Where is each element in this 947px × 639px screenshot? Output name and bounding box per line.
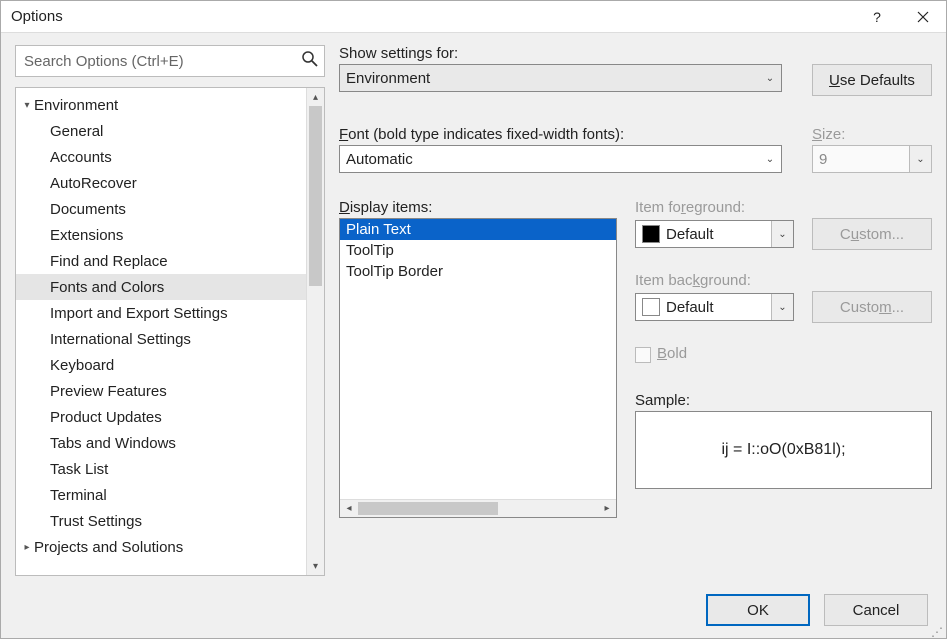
tree-node-child[interactable]: Documents <box>16 196 324 222</box>
sample-label: Sample: <box>635 392 932 409</box>
size-combo: 9 ⌄ <box>812 145 932 173</box>
tree-node-child[interactable]: Keyboard <box>16 352 324 378</box>
tree-node-projects[interactable]: ▸ Projects and Solutions <box>16 534 324 560</box>
caret-down-icon: ▾ <box>20 100 34 111</box>
bold-label: Bold <box>657 345 687 362</box>
show-settings-label: Show settings for: <box>339 45 932 62</box>
tree-node-child[interactable]: Terminal <box>16 482 324 508</box>
color-swatch-icon <box>642 225 660 243</box>
tree-node-child[interactable]: Preview Features <box>16 378 324 404</box>
titlebar: Options ? <box>1 1 946 33</box>
tree-node-child[interactable]: International Settings <box>16 326 324 352</box>
show-settings-combo[interactable]: Environment ⌄ <box>339 64 782 92</box>
scroll-right-icon[interactable]: ▸ <box>598 500 616 517</box>
scroll-up-icon[interactable]: ▴ <box>307 88 324 106</box>
tree-node-child[interactable]: Product Updates <box>16 404 324 430</box>
scroll-thumb[interactable] <box>309 106 322 286</box>
sample-text: ij = I::oO(0xB81l); <box>721 441 845 459</box>
search-input[interactable] <box>15 45 325 77</box>
tree-node-child[interactable]: Extensions <box>16 222 324 248</box>
color-swatch-icon <box>642 298 660 316</box>
help-button[interactable]: ? <box>854 1 900 33</box>
background-combo[interactable]: Default ⌄ <box>635 293 794 321</box>
tree-label: Projects and Solutions <box>34 539 183 556</box>
dialog-footer: OK Cancel <box>1 582 946 638</box>
list-item[interactable]: ToolTip Border <box>340 261 616 282</box>
chevron-down-icon: ⌄ <box>771 294 793 320</box>
tree-node-child[interactable]: AutoRecover <box>16 170 324 196</box>
custom-foreground-button: Custom... <box>812 218 932 250</box>
tree-node-environment[interactable]: ▾ Environment <box>16 92 324 118</box>
display-items-listbox[interactable]: Plain TextToolTipToolTip Border ◂ ▸ <box>339 218 617 518</box>
combo-value: Environment <box>346 70 430 87</box>
list-item[interactable]: Plain Text <box>340 219 616 240</box>
list-hscrollbar[interactable]: ◂ ▸ <box>340 499 616 517</box>
sample-preview: ij = I::oO(0xB81l); <box>635 411 932 489</box>
tree-node-child[interactable]: Find and Replace <box>16 248 324 274</box>
font-label: Font (bold type indicates fixed-width fo… <box>339 126 782 143</box>
combo-value: Default <box>666 299 714 316</box>
chevron-down-icon: ⌄ <box>909 146 931 172</box>
use-defaults-button[interactable]: Use Defaults <box>812 64 932 96</box>
size-label: Size: <box>812 126 932 143</box>
category-tree[interactable]: ▾ Environment GeneralAccountsAutoRecover… <box>16 88 324 564</box>
scroll-thumb[interactable] <box>358 502 498 515</box>
tree-node-child[interactable]: Accounts <box>16 144 324 170</box>
display-items-label: Display items: <box>339 199 617 216</box>
foreground-combo[interactable]: Default ⌄ <box>635 220 794 248</box>
list-item[interactable]: ToolTip <box>340 240 616 261</box>
cancel-button[interactable]: Cancel <box>824 594 928 626</box>
tree-node-child[interactable]: Fonts and Colors <box>16 274 324 300</box>
font-combo[interactable]: Automatic ⌄ <box>339 145 782 173</box>
scroll-left-icon[interactable]: ◂ <box>340 500 358 517</box>
bold-checkbox <box>635 347 651 363</box>
chevron-down-icon: ⌄ <box>759 146 781 172</box>
tree-node-child[interactable]: General <box>16 118 324 144</box>
tree-node-child[interactable]: Trust Settings <box>16 508 324 534</box>
options-dialog: Options ? ▾ Environment GeneralAccountsA… <box>0 0 947 639</box>
close-button[interactable] <box>900 1 946 33</box>
tree-label: Environment <box>34 97 118 114</box>
chevron-down-icon: ⌄ <box>759 65 781 91</box>
bold-checkbox-row: Bold <box>635 345 932 364</box>
scroll-down-icon[interactable]: ▾ <box>307 557 324 575</box>
combo-value: Default <box>666 226 714 243</box>
combo-value: Automatic <box>346 151 413 168</box>
resize-grip-icon[interactable]: ⋰ <box>931 628 944 636</box>
ok-button[interactable]: OK <box>706 594 810 626</box>
search-icon <box>301 50 319 73</box>
caret-right-icon: ▸ <box>20 542 34 553</box>
tree-node-child[interactable]: Task List <box>16 456 324 482</box>
tree-node-child[interactable]: Import and Export Settings <box>16 300 324 326</box>
tree-node-child[interactable]: Tabs and Windows <box>16 430 324 456</box>
window-title: Options <box>1 8 854 25</box>
tree-scrollbar[interactable]: ▴ ▾ <box>306 88 324 575</box>
combo-value: 9 <box>819 151 827 168</box>
custom-background-button: Custom... <box>812 291 932 323</box>
chevron-down-icon: ⌄ <box>771 221 793 247</box>
item-background-label: Item background: <box>635 272 932 289</box>
item-foreground-label: Item foreground: <box>635 199 932 216</box>
